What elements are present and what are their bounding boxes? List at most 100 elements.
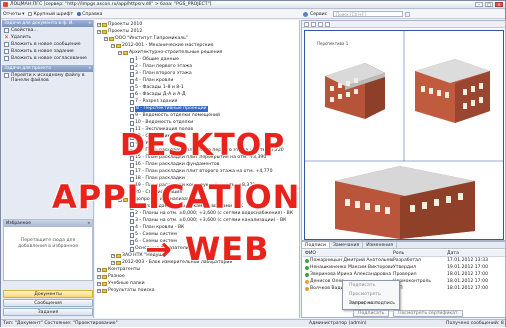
search-button[interactable] xyxy=(405,11,411,17)
tab-signatures[interactable]: Подписи xyxy=(302,242,330,248)
view-certificate-button[interactable]: Посмотреть сертификат xyxy=(393,310,463,317)
tree-item[interactable]: 4 - План кровли xyxy=(125,78,173,84)
task-properties[interactable]: Свойства... xyxy=(2,27,93,34)
tab-changes[interactable]: Изменения xyxy=(363,242,398,248)
table-row[interactable]: Зверинова Ирина Александровна Проверил 18.… xyxy=(303,271,505,278)
task-attach-approval[interactable]: Вложить в новое согласование xyxy=(2,55,93,62)
tree-item[interactable]: 3 - Планы на отм. ±0,000; +3,600 (с сетя… xyxy=(125,218,286,224)
tree-item[interactable]: 5 - Схемы систем xyxy=(125,232,177,238)
tree-item[interactable]: 8 - Перспективные проекции xyxy=(125,106,208,112)
maximize-button[interactable]: □ xyxy=(485,2,493,7)
column-header-name[interactable]: ФИО xyxy=(303,250,393,256)
tree-item-label: 7 - Разрез здания xyxy=(135,99,178,104)
favorites-header[interactable]: Избранное « xyxy=(4,220,92,227)
tree-item[interactable]: 16 - План раскладки фундаментов xyxy=(125,162,219,168)
column-header-date[interactable]: Дата xyxy=(447,250,505,256)
tree-item[interactable]: 7 - Разрез здания xyxy=(125,99,177,105)
tree-item[interactable]: 1 - Общие данные xyxy=(125,57,179,63)
task-attach-message[interactable]: Вложить в новое сообщение xyxy=(2,41,93,48)
ctx-view-certificate[interactable]: Просмотреть сертификат xyxy=(343,290,399,306)
signatures-panel: Подписи Замечания Изменения ФИО Роль Дат… xyxy=(301,241,506,318)
expand-toggle-icon[interactable]: − xyxy=(111,261,115,265)
tree-item[interactable]: 2 - Планы на отм. ±0,000; +3,600 (с сетя… xyxy=(125,211,293,217)
tree-item[interactable]: Основные показатели xyxy=(125,246,189,252)
tasks-header[interactable]: Задачи для документа в ф. И. « xyxy=(2,20,93,27)
tree-item[interactable]: − 2012-003 - Блок измерительной лаборатор… xyxy=(111,260,232,266)
menu-large-font[interactable]: Крупный шрифт xyxy=(28,12,73,17)
tree-item[interactable]: 18 - План раскладки xyxy=(125,176,185,182)
tree-item[interactable]: 15 - План раскладки плит перекрытия на о… xyxy=(125,155,266,161)
table-row[interactable]: Волчков ВадимГИП18.01.2012 17:00 xyxy=(303,285,505,292)
tree-item[interactable]: 2 - План первого этажа xyxy=(125,64,192,70)
nav-documents-button[interactable]: Документы xyxy=(3,290,93,298)
ctx-request-signature[interactable]: Запрос на подпись xyxy=(343,299,399,308)
expand-toggle-icon[interactable]: − xyxy=(97,23,101,27)
column-header-role[interactable]: Роль xyxy=(393,250,447,256)
tab-remarks[interactable]: Замечания xyxy=(330,242,364,248)
tree-item[interactable]: 3 - План второго этажа xyxy=(125,71,192,77)
expand-toggle-icon[interactable]: − xyxy=(97,282,101,286)
table-row[interactable]: Денисов Олег Нормоконтроль 18.01.2012 17:0… xyxy=(303,278,505,285)
nav-assignments-button[interactable]: Задания xyxy=(3,308,93,316)
expand-toggle-icon[interactable]: − xyxy=(111,254,115,258)
sign-button[interactable]: Подписать xyxy=(353,310,390,317)
search-input[interactable]: Поиск [Ctrl+F] xyxy=(333,11,404,17)
tree-item[interactable]: − Водопровод и канализация xyxy=(118,197,196,203)
tree-item[interactable]: 6 - Фасады Д-А и А-Д xyxy=(125,92,186,98)
tree-item[interactable]: − Проекты 2012 xyxy=(97,29,142,35)
tree-item[interactable]: 5 - Фасады 1-8 и 8-1 xyxy=(125,85,184,91)
tree-item[interactable]: 4 - План кровли - ВК xyxy=(125,225,184,231)
tree-item[interactable]: − ООО "Институт Гипромикаль" xyxy=(104,36,188,42)
tree-item[interactable]: 14 - План раскладки плит пола первого эт… xyxy=(125,148,284,154)
favorites-drop-hint: Перетащите сюда для добавления в избранн… xyxy=(17,238,79,249)
task-delete[interactable]: ✕ Удалить xyxy=(2,34,93,41)
tree-item[interactable]: − ЗАО НТК "Недуша" xyxy=(111,253,168,259)
tree-item[interactable]: − Архитектурно-строительные решения xyxy=(118,50,222,56)
menu-reports[interactable]: Отчеты ▾ xyxy=(3,12,24,17)
properties-icon xyxy=(4,28,9,33)
tree-item[interactable]: 11 - Экспликация полов xyxy=(125,127,193,133)
tree-item[interactable]: 12 - Спецификация xyxy=(125,134,182,140)
expand-toggle-icon[interactable]: − xyxy=(97,268,101,272)
expand-toggle-icon[interactable]: − xyxy=(118,51,122,55)
tree-item[interactable]: − Контрагенты xyxy=(97,267,140,273)
tree-item[interactable]: − Результаты поиска xyxy=(97,288,155,294)
project-tasks-header[interactable]: Задачи для проекта « xyxy=(2,65,93,72)
document-tree[interactable]: − Проекты 2010− Проекты 2012− ООО "Институт… xyxy=(95,20,300,318)
tree-item[interactable]: 9 - Ведомость отделки помещений xyxy=(125,113,220,119)
zoom-out-icon[interactable] xyxy=(311,21,316,27)
task-attach-assignment[interactable]: Вложить в новое задание xyxy=(2,48,93,55)
document-icon xyxy=(130,218,134,224)
tree-item[interactable]: 17 - План раскладки плит второго этажа н… xyxy=(125,169,273,175)
expand-toggle-icon[interactable]: − xyxy=(97,275,101,279)
nav-messages-button[interactable]: Сообщения xyxy=(3,299,93,307)
tree-item[interactable]: 1 - План здания с выпусками и вводами - … xyxy=(125,204,243,210)
expand-toggle-icon[interactable]: − xyxy=(97,30,101,34)
document-icon xyxy=(130,225,134,231)
minimize-button[interactable]: – xyxy=(475,2,483,7)
table-row[interactable]: Пожарницын Дмитрий Анатольевич Разработал… xyxy=(303,257,505,264)
menu-help[interactable]: Справка xyxy=(77,12,102,17)
tree-item[interactable]: − Учебные папки xyxy=(97,281,145,287)
table-row[interactable]: Ненашкиненко Максим Викторович Утвердил 19… xyxy=(303,264,505,271)
tree-item[interactable]: − Проекты 2010 xyxy=(97,22,142,28)
expand-toggle-icon[interactable]: − xyxy=(111,44,115,48)
ctx-sign[interactable]: Подписать xyxy=(343,281,399,290)
task-goto-source[interactable]: Перейти к исходному файлу в Панели файло… xyxy=(2,72,93,84)
expand-toggle-icon[interactable]: − xyxy=(104,37,108,41)
tree-item[interactable]: 13 - Узлы xyxy=(125,141,157,147)
zoom-in-icon[interactable] xyxy=(304,21,309,27)
expand-toggle-icon[interactable]: − xyxy=(118,198,122,202)
print-icon[interactable] xyxy=(325,21,330,27)
tree-item[interactable]: 19 - План раскладки конструкций на отм. … xyxy=(125,183,255,189)
expand-toggle-icon[interactable]: − xyxy=(97,289,101,293)
tree-item[interactable]: 6 - Схемы систем xyxy=(125,239,177,245)
menu-service[interactable]: Сервис xyxy=(310,12,327,17)
tree-item[interactable]: 10 - Ведомость отделки xyxy=(125,120,193,126)
tree-item[interactable]: 20 - Спецификация xyxy=(125,190,182,196)
fit-page-icon[interactable] xyxy=(318,21,323,27)
cell-name: Ненашкиненко Максим Викторович xyxy=(303,264,393,271)
tree-item[interactable]: − 2012-001 - Механические мастерские xyxy=(111,43,213,49)
tree-item[interactable]: − Разное xyxy=(97,274,125,280)
close-button[interactable]: × xyxy=(495,2,503,7)
